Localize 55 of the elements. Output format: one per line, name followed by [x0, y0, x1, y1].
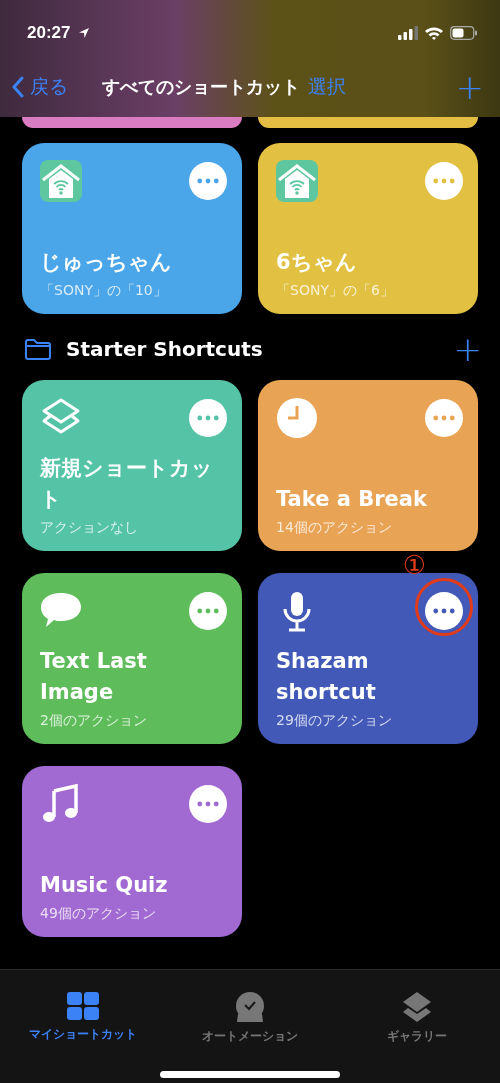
shortcut-subtitle: 「SONY」の「6」: [276, 282, 395, 300]
shortcut-card[interactable]: Take a Break 14個のアクション: [258, 380, 478, 551]
shortcut-subtitle: 2個のアクション: [40, 712, 148, 730]
nav-title: すべてのショートカット: [102, 75, 300, 99]
status-time: 20:27: [27, 23, 71, 43]
house-wifi-icon: [276, 160, 318, 202]
folder-icon: [24, 338, 52, 360]
more-button[interactable]: [189, 162, 227, 200]
shortcut-card[interactable]: じゅっちゃん 「SONY」の「10」: [22, 143, 242, 314]
more-button[interactable]: [425, 592, 463, 630]
back-button[interactable]: 戻る: [12, 74, 68, 100]
shortcut-card[interactable]: [258, 117, 478, 128]
ellipsis-icon: [197, 608, 219, 614]
ellipsis-icon: [433, 178, 455, 184]
shortcut-subtitle: 29個のアクション: [276, 712, 393, 730]
battery-icon: [450, 26, 478, 40]
grid-icon: [67, 992, 100, 1020]
shortcut-title: Text Last Image: [40, 648, 148, 706]
wifi-icon: [424, 26, 444, 40]
tab[interactable]: マイショートカット: [8, 992, 159, 1045]
shortcut-title: 6ちゃん: [276, 249, 358, 276]
ellipsis-icon: [433, 608, 455, 614]
tab[interactable]: オートメーション: [175, 992, 325, 1045]
tab[interactable]: ギャラリー: [341, 992, 492, 1045]
shortcut-subtitle: 14個のアクション: [276, 519, 393, 537]
add-button[interactable]: +: [455, 72, 484, 102]
shortcut-subtitle: アクションなし: [40, 519, 139, 537]
ellipsis-icon: [197, 415, 219, 421]
shortcut-title: Music Quiz: [40, 872, 169, 899]
shortcut-card[interactable]: Text Last Image 2個のアクション: [22, 573, 242, 744]
ellipsis-icon: [433, 415, 455, 421]
chevron-left-icon: [12, 76, 24, 98]
shortcut-card[interactable]: 6ちゃん 「SONY」の「6」: [258, 143, 478, 314]
shortcut-subtitle: 49個のアクション: [40, 905, 157, 923]
select-button[interactable]: 選択: [308, 74, 346, 100]
add-button[interactable]: +: [453, 334, 482, 364]
ellipsis-icon: [197, 178, 219, 184]
shortcut-card[interactable]: 新規ショートカット アクションなし: [22, 380, 242, 551]
shortcut-card[interactable]: Music Quiz 49個のアクション: [22, 766, 242, 937]
location-icon: [78, 27, 91, 39]
clock-icon: [276, 397, 318, 439]
shortcut-subtitle: 「SONY」の「10」: [40, 282, 168, 300]
highlight-ring: [415, 578, 473, 636]
clock-icon: [234, 992, 266, 1022]
shortcut-card[interactable]: Shazam shortcut 29個のアクション: [258, 573, 478, 744]
shortcut-title: じゅっちゃん: [40, 249, 173, 276]
shortcut-card[interactable]: [22, 117, 242, 128]
shortcut-title: Take a Break: [276, 486, 428, 513]
shortcut-title: 新規ショートカット: [40, 455, 214, 513]
ellipsis-icon: [197, 801, 219, 807]
section-title: Starter Shortcuts: [66, 337, 263, 361]
house-wifi-icon: [40, 160, 82, 202]
more-button[interactable]: [189, 785, 227, 823]
shortcut-title: Shazam shortcut: [276, 648, 377, 706]
signal-icon: [398, 26, 418, 40]
